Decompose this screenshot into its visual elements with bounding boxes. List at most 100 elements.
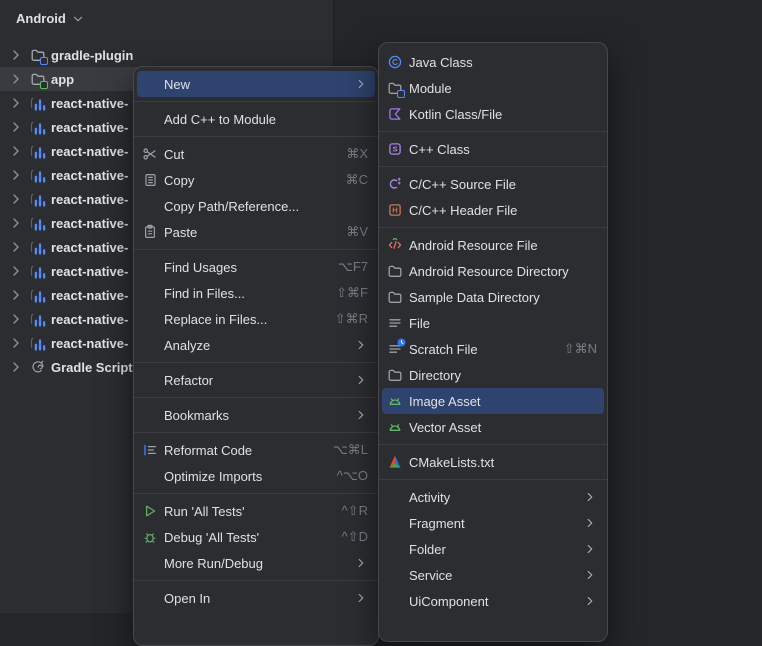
submenu-item-directory[interactable]: Directory <box>382 362 604 388</box>
library-module-folder-icon <box>30 191 46 207</box>
menu-shortcut: ⌘C <box>346 172 368 188</box>
submenu-item-activity[interactable]: Activity <box>382 484 604 510</box>
tree-item-label: react-native- <box>51 192 128 207</box>
menu-icon-slot <box>142 372 158 388</box>
submenu-item-service[interactable]: Service <box>382 562 604 588</box>
chevron-right-icon[interactable] <box>8 143 24 159</box>
submenu-item-scratch-file[interactable]: Scratch File ⇧⌘N <box>382 336 604 362</box>
chevron-right-icon[interactable] <box>8 119 24 135</box>
menu-item-more-run-debug[interactable]: More Run/Debug <box>137 550 375 576</box>
menu-item-label: Module <box>409 81 597 96</box>
menu-item-label: More Run/Debug <box>164 556 354 571</box>
chevron-right-icon[interactable] <box>8 215 24 231</box>
tree-item-label: react-native- <box>51 288 128 303</box>
menu-item-open-in[interactable]: Open In <box>137 585 375 611</box>
chevron-right-icon[interactable] <box>8 335 24 351</box>
project-view-title: Android <box>16 11 66 26</box>
submenu-item-fragment[interactable]: Fragment <box>382 510 604 536</box>
menu-icon-slot <box>142 311 158 327</box>
chevron-right-icon[interactable] <box>8 95 24 111</box>
submenu-item-cpp-class[interactable]: S C++ Class <box>382 136 604 162</box>
cpp-source-file-icon <box>387 176 403 192</box>
submenu-item-folder[interactable]: Folder <box>382 536 604 562</box>
submenu-item-image-asset[interactable]: Image Asset <box>382 388 604 414</box>
menu-shortcut: ⌥⌘L <box>333 442 368 458</box>
chevron-right-icon[interactable] <box>8 191 24 207</box>
tree-item-label: react-native- <box>51 144 128 159</box>
menu-item-label: Java Class <box>409 55 597 70</box>
submenu-item-uicomponent[interactable]: UiComponent <box>382 588 604 614</box>
menu-item-label: Cut <box>164 147 334 162</box>
chevron-right-icon[interactable] <box>8 359 24 375</box>
menu-icon-slot <box>387 541 403 557</box>
menu-shortcut: ^⌥O <box>337 468 368 484</box>
menu-item-run-all-tests[interactable]: Run 'All Tests' ^⇧R <box>137 498 375 524</box>
project-view-selector[interactable]: Android <box>0 0 333 26</box>
submenu-item-android-resource-file[interactable]: Android Resource File <box>382 232 604 258</box>
menu-item-label: Analyze <box>164 338 354 353</box>
submenu-arrow-icon <box>354 373 368 387</box>
menu-item-label: Paste <box>164 225 334 240</box>
chevron-right-icon[interactable] <box>8 71 24 87</box>
menu-item-new[interactable]: New <box>137 71 375 97</box>
submenu-item-module[interactable]: Module <box>382 75 604 101</box>
chevron-right-icon[interactable] <box>8 311 24 327</box>
menu-shortcut: ⇧⌘N <box>564 341 597 357</box>
menu-item-copy-path-reference[interactable]: Copy Path/Reference... <box>137 193 375 219</box>
menu-item-refactor[interactable]: Refactor <box>137 367 375 393</box>
menu-separator <box>134 362 378 363</box>
submenu-item-android-resource-directory[interactable]: Android Resource Directory <box>382 258 604 284</box>
menu-item-add-cpp-to-module[interactable]: Add C++ to Module <box>137 106 375 132</box>
menu-separator <box>379 166 607 167</box>
menu-item-label: Optimize Imports <box>164 469 325 484</box>
menu-item-find-usages[interactable]: Find Usages ⌥F7 <box>137 254 375 280</box>
chevron-right-icon[interactable] <box>8 47 24 63</box>
submenu-item-java-class[interactable]: C Java Class <box>382 49 604 75</box>
submenu-arrow-icon <box>354 338 368 352</box>
submenu-arrow-icon <box>354 591 368 605</box>
menu-item-cut[interactable]: Cut ⌘X <box>137 141 375 167</box>
submenu-item-cpp-source-file[interactable]: C/C++ Source File <box>382 171 604 197</box>
android-resource-file-icon <box>387 237 403 253</box>
menu-item-label: Activity <box>409 490 583 505</box>
submenu-item-vector-asset[interactable]: Vector Asset <box>382 414 604 440</box>
menu-separator <box>134 493 378 494</box>
submenu-item-kotlin-class-file[interactable]: Kotlin Class/File <box>382 101 604 127</box>
submenu-item-sample-data-directory[interactable]: Sample Data Directory <box>382 284 604 310</box>
menu-item-reformat-code[interactable]: Reformat Code ⌥⌘L <box>137 437 375 463</box>
tree-item-label: react-native- <box>51 168 128 183</box>
menu-item-paste[interactable]: Paste ⌘V <box>137 219 375 245</box>
tree-item-label: gradle-plugin <box>51 48 133 63</box>
menu-icon-slot <box>387 515 403 531</box>
folder-icon <box>387 263 403 279</box>
menu-item-label: Copy Path/Reference... <box>164 199 368 214</box>
menu-item-optimize-imports[interactable]: Optimize Imports ^⌥O <box>137 463 375 489</box>
menu-item-replace-in-files[interactable]: Replace in Files... ⇧⌘R <box>137 306 375 332</box>
chevron-right-icon[interactable] <box>8 239 24 255</box>
menu-item-analyze[interactable]: Analyze <box>137 332 375 358</box>
tree-item-label: react-native- <box>51 312 128 327</box>
menu-item-label: Fragment <box>409 516 583 531</box>
menu-item-copy[interactable]: Copy ⌘C <box>137 167 375 193</box>
library-module-folder-icon <box>30 215 46 231</box>
submenu-arrow-icon <box>583 516 597 530</box>
chevron-right-icon[interactable] <box>8 263 24 279</box>
android-head-icon <box>387 419 403 435</box>
context-menu: New Add C++ to Module Cut ⌘X <box>133 66 379 646</box>
menu-item-bookmarks[interactable]: Bookmarks <box>137 402 375 428</box>
folder-icon <box>387 367 403 383</box>
submenu-item-cpp-header-file[interactable]: H C/C++ Header File <box>382 197 604 223</box>
tree-item-label: react-native- <box>51 336 128 351</box>
submenu-item-cmakelists[interactable]: CMakeLists.txt <box>382 449 604 475</box>
chevron-right-icon[interactable] <box>8 167 24 183</box>
menu-item-debug-all-tests[interactable]: Debug 'All Tests' ^⇧D <box>137 524 375 550</box>
library-module-folder-icon <box>30 287 46 303</box>
menu-item-find-in-files[interactable]: Find in Files... ⇧⌘F <box>137 280 375 306</box>
chevron-right-icon[interactable] <box>8 287 24 303</box>
chevron-down-icon <box>71 12 85 26</box>
submenu-arrow-icon <box>354 556 368 570</box>
menu-item-label: C/C++ Header File <box>409 203 597 218</box>
submenu-item-file[interactable]: File <box>382 310 604 336</box>
menu-item-label: Open In <box>164 591 354 606</box>
tree-item-gradle-plugin[interactable]: gradle-plugin <box>0 43 333 67</box>
